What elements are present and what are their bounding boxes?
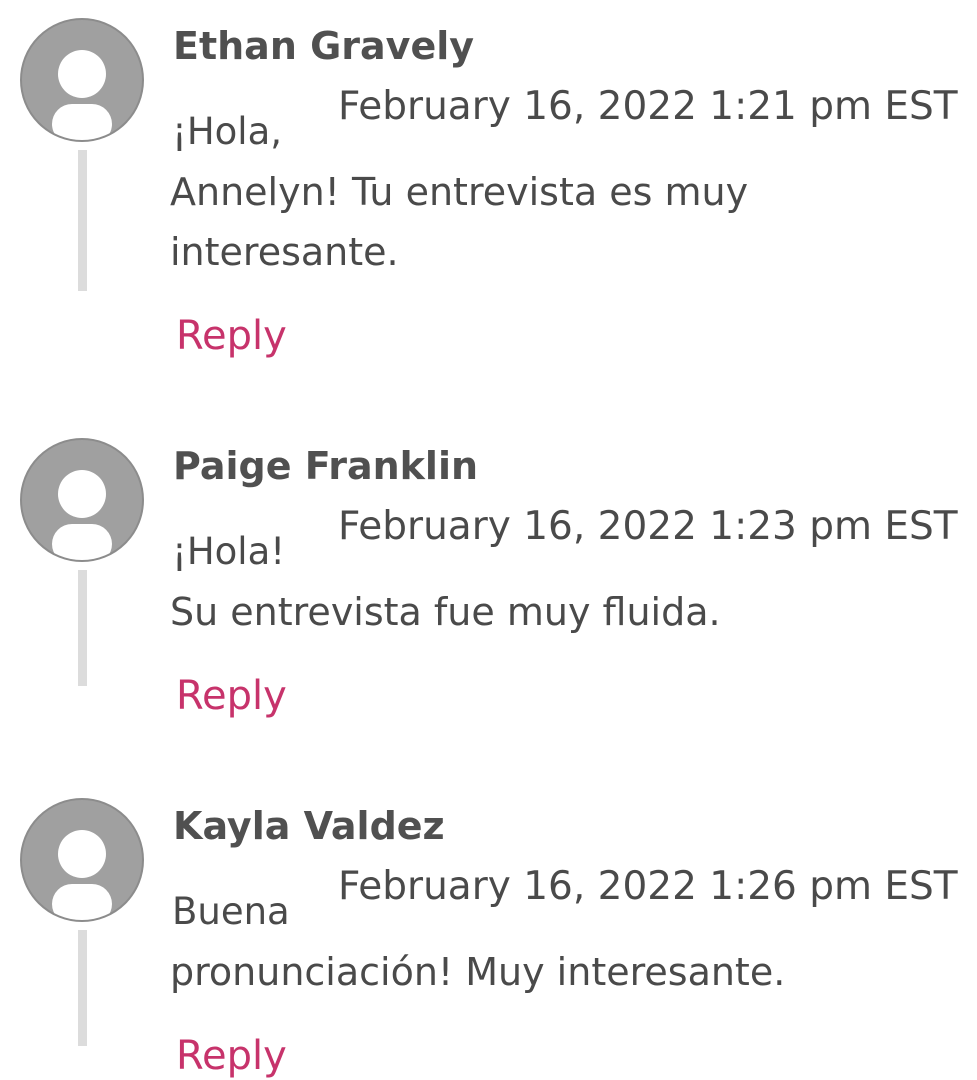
- comment-date[interactable]: February 16, 2022 1:26 pm EST: [338, 864, 958, 911]
- thread-line: [78, 930, 87, 1046]
- comment-date[interactable]: February 16, 2022 1:21 pm EST: [338, 84, 958, 131]
- comment-author[interactable]: Ethan Gravely: [173, 24, 474, 70]
- reply-link[interactable]: Reply: [176, 1032, 287, 1080]
- thread-line: [78, 150, 87, 291]
- comment-text: Annelyn! Tu entrevista es muy interesant…: [170, 162, 748, 282]
- comment-text-line: interesante.: [170, 230, 399, 274]
- comment-text-first: Buena: [172, 890, 290, 933]
- thread-line: [78, 570, 87, 686]
- comment-item: Paige Franklin February 16, 2022 1:23 pm…: [0, 438, 977, 738]
- comment-text-line: Su entrevista fue muy fluida.: [170, 590, 721, 634]
- comment-author[interactable]: Kayla Valdez: [173, 804, 445, 850]
- comment-text: Su entrevista fue muy fluida.: [170, 582, 721, 642]
- comment-item: Kayla Valdez February 16, 2022 1:26 pm E…: [0, 798, 977, 1079]
- comment-text-line: Annelyn! Tu entrevista es muy: [170, 170, 749, 214]
- comment-author[interactable]: Paige Franklin: [173, 444, 478, 490]
- reply-link[interactable]: Reply: [176, 312, 287, 360]
- comment-text-first: ¡Hola,: [172, 110, 283, 153]
- avatar-icon: [20, 18, 144, 142]
- comment-text-first: ¡Hola!: [172, 530, 286, 573]
- comment-item: Ethan Gravely February 16, 2022 1:21 pm …: [0, 18, 977, 368]
- avatar-icon: [20, 798, 144, 922]
- comment-text: pronunciación! Muy interesante.: [170, 942, 785, 1002]
- comment-date[interactable]: February 16, 2022 1:23 pm EST: [338, 504, 958, 551]
- comment-text-line: pronunciación! Muy interesante.: [170, 950, 786, 994]
- avatar-icon: [20, 438, 144, 562]
- reply-link[interactable]: Reply: [176, 672, 287, 720]
